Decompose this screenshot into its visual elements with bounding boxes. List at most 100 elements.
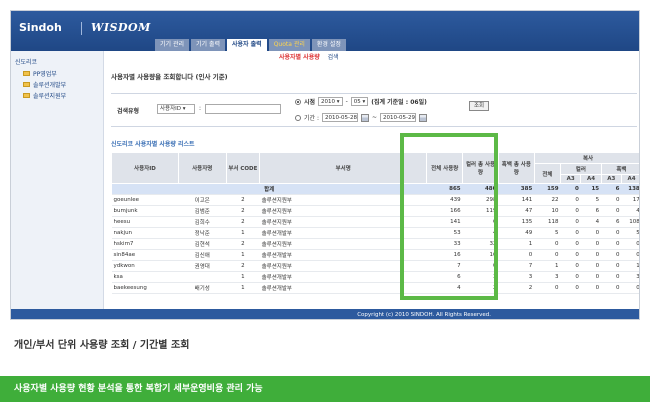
usage-cell: 6 — [580, 205, 602, 217]
dept-name-cell: 솔루션개발부 — [259, 282, 427, 294]
tab-quota-management[interactable]: Quota 관리 — [268, 39, 310, 51]
tab-device-output[interactable]: 기기 출력 — [191, 39, 225, 51]
usage-cell: 2 — [498, 282, 535, 294]
usage-cell: 53 — [426, 227, 463, 239]
tree-item-solution-dev[interactable]: 솔루션개발부 — [23, 80, 99, 89]
calendar-icon[interactable] — [360, 113, 369, 122]
month-select[interactable]: 05 ▾ — [350, 97, 369, 106]
year-select[interactable]: 2010 ▾ — [318, 97, 343, 106]
dept-code-cell: 2 — [226, 238, 260, 250]
page-title: 사용자별 사용량을 조회합니다 (인사 기준) — [111, 73, 228, 81]
range-label: 기간 : — [304, 115, 319, 122]
tab-settings[interactable]: 환경 설정 — [311, 39, 346, 51]
subnav-user-usage[interactable]: 사용자별 사용량 — [279, 54, 320, 61]
table-row[interactable]: heesu김희수2솔루션지원부14161351180461082 — [111, 216, 639, 228]
user-id-cell: hskim7 — [111, 238, 179, 250]
usage-cell: 108 — [621, 216, 639, 228]
col-copy-all[interactable]: 전체 — [533, 163, 562, 184]
tree-root-item[interactable]: 신도리코 — [15, 57, 99, 66]
folder-icon — [23, 93, 30, 98]
table-row[interactable]: ydkwon권영대2솔루션지원부707100016 — [111, 260, 639, 272]
col-user-id[interactable]: 사용자ID — [111, 152, 179, 184]
range-radio[interactable] — [295, 114, 301, 121]
usage-cell: 0 — [560, 238, 581, 250]
usage-cell: 0 — [534, 249, 561, 261]
usage-cell: 4 — [426, 282, 463, 294]
usage-cell: 0 — [580, 227, 602, 239]
col-bw-total[interactable]: 흑백 총 사용량 — [497, 152, 535, 184]
dept-name-cell: 솔루션지원부 — [259, 216, 427, 228]
wisdom-logo: WISDOM — [91, 21, 151, 34]
dept-code-cell: 2 — [226, 194, 260, 206]
usage-cell: 0 — [621, 238, 639, 250]
search-input[interactable] — [205, 104, 281, 114]
col-color-total[interactable]: 컬러 총 사용량 — [462, 152, 499, 184]
user-name-cell: 김신애 — [178, 249, 227, 261]
usage-cell: 16 — [426, 249, 463, 261]
usage-cell: 135 — [498, 216, 535, 228]
usage-cell: 141 — [426, 216, 463, 228]
usage-cell: 5 — [621, 227, 639, 239]
usage-table: 사용자ID 사용자명 부서 CODE 부서명 전체 사용량 컬러 총 사용량 흑… — [111, 152, 639, 294]
usage-cell: 0 — [601, 282, 622, 294]
col-bw-a4[interactable]: A4 — [620, 174, 639, 184]
table-row[interactable]: hskim7김현석2솔루션지원부33321000003 — [111, 238, 639, 250]
user-id-cell: ydkwon — [111, 260, 179, 272]
footer-bar: Copyright (c) 2010 SINDOH. All Rights Re… — [11, 309, 639, 319]
total-cell: 6 — [601, 183, 622, 195]
dept-code-cell: 1 — [226, 282, 260, 294]
user-name-cell — [178, 271, 227, 283]
app-header: Sindoh WISDOM 기기 관리 기기 출력 사용자 출력 Quota 관… — [11, 11, 639, 51]
dept-code-cell: 1 — [226, 227, 260, 239]
dept-name-cell: 솔루션지원부 — [259, 260, 427, 272]
col-color-a3[interactable]: A3 — [560, 174, 582, 184]
usage-cell: 0 — [534, 238, 561, 250]
to-date-input[interactable]: 2010-05-29 — [380, 113, 417, 122]
tree-item-solution-support[interactable]: 솔루션지원부 — [23, 91, 99, 100]
usage-cell: 0 — [621, 282, 639, 294]
table-row[interactable]: nakjun정낙준1솔루션개발부53449500054 — [111, 227, 639, 239]
col-bw-a3[interactable]: A3 — [600, 174, 622, 184]
usage-cell: 4 — [462, 227, 499, 239]
usage-cell: 298 — [462, 194, 499, 206]
tab-user-output[interactable]: 사용자 출력 — [227, 39, 267, 51]
folder-icon — [23, 82, 30, 87]
calendar-icon[interactable] — [419, 113, 428, 122]
total-cell: 138 — [621, 183, 639, 195]
user-name-cell: 권영대 — [178, 260, 227, 272]
col-color-a4[interactable]: A4 — [580, 174, 602, 184]
col-total-usage[interactable]: 전체 사용량 — [426, 152, 464, 184]
dept-code-cell: 1 — [226, 271, 260, 283]
usage-cell: 0 — [601, 271, 622, 283]
usage-cell: 4 — [621, 205, 639, 217]
usage-cell: 10 — [534, 205, 561, 217]
total-label: 합계 — [111, 183, 427, 195]
table-row[interactable]: bumjunk김범준2솔루션지원부1661194710060415 — [111, 205, 639, 217]
col-dept-code[interactable]: 부서 CODE — [225, 152, 261, 184]
subnav-search[interactable]: 검색 — [328, 54, 339, 61]
table-row[interactable]: baekeesung배기성1솔루션개발부422000004 — [111, 282, 639, 294]
usage-cell: 1 — [621, 260, 639, 272]
range-tilde: ~ — [371, 114, 378, 121]
col-dept-name[interactable]: 부서명 — [259, 152, 428, 184]
table-row[interactable]: sin84ae김신애1솔루션개발부16160000001 — [111, 249, 639, 261]
dept-name-cell: 솔루션지원부 — [259, 205, 427, 217]
sindoh-logo: Sindoh — [19, 21, 62, 34]
total-cell: 385 — [498, 183, 535, 195]
user-id-cell: ksa — [111, 271, 179, 283]
user-name-cell: 김희수 — [178, 216, 227, 228]
search-type-select[interactable]: 사용자ID ▾ — [157, 104, 195, 114]
col-user-name[interactable]: 사용자명 — [177, 152, 227, 184]
search-button[interactable]: 조회 — [469, 101, 489, 111]
usage-cell: 0 — [560, 282, 581, 294]
tree-item-pp-sales[interactable]: PP영업부 — [23, 69, 99, 78]
from-date-input[interactable]: 2010-05-28 — [321, 113, 358, 122]
usage-cell: 0 — [560, 227, 581, 239]
table-row[interactable]: ksa1솔루션개발부633300030 — [111, 271, 639, 283]
period-radio[interactable] — [295, 98, 301, 105]
usage-cell: 0 — [580, 271, 602, 283]
list-title: 신도리코 사용자별 사용량 리스트 — [111, 141, 195, 148]
tab-device-management[interactable]: 기기 관리 — [155, 39, 189, 51]
feature-banner: 사용자별 사용량 현황 분석을 통한 복합기 세부운영비용 관리 가능 — [0, 376, 650, 402]
table-row[interactable]: goeunlee이고은2솔루션지원부439298141220501741 — [111, 194, 639, 206]
